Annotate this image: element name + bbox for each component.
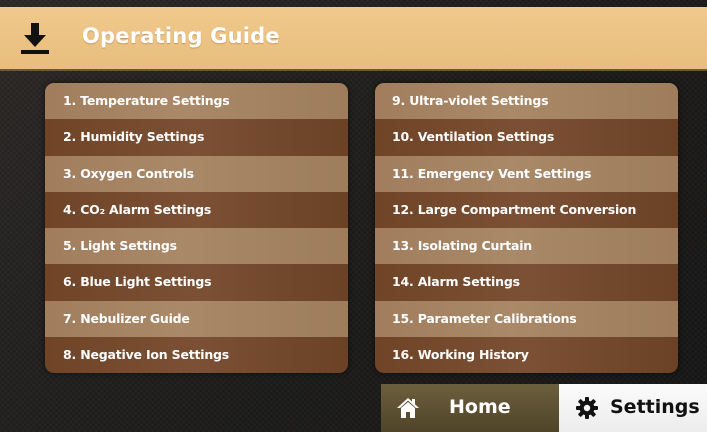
guide-item[interactable]: 8. Negative Ion Settings (45, 336, 348, 373)
guide-item[interactable]: 13. Isolating Curtain (375, 228, 678, 265)
page-title: Operating Guide (82, 24, 280, 48)
guide-item[interactable]: 12. Large Compartment Conversion (375, 191, 678, 228)
guide-item[interactable]: 10. Ventilation Settings (375, 119, 678, 156)
home-tab[interactable]: Home (381, 384, 560, 432)
guide-item[interactable]: 14. Alarm Settings (375, 264, 678, 301)
guide-item[interactable]: 4. CO₂ Alarm Settings (45, 191, 348, 228)
guide-item[interactable]: 9. Ultra-violet Settings (375, 83, 678, 120)
download-icon[interactable] (18, 21, 52, 55)
guide-item[interactable]: 6. Blue Light Settings (45, 264, 348, 301)
guide-item[interactable]: 15. Parameter Calibrations (375, 300, 678, 337)
header-bar: Operating Guide (0, 7, 707, 71)
guide-item[interactable]: 16. Working History (375, 336, 678, 373)
guide-item[interactable]: 1. Temperature Settings (45, 83, 348, 120)
guide-item[interactable]: 2. Humidity Settings (45, 119, 348, 156)
guide-panel-left: 1. Temperature Settings 2. Humidity Sett… (45, 83, 348, 373)
guide-item[interactable]: 11. Emergency Vent Settings (375, 155, 678, 192)
guide-item[interactable]: 3. Oxygen Controls (45, 155, 348, 192)
guide-panel-right: 9. Ultra-violet Settings 10. Ventilation… (375, 83, 678, 373)
gear-icon (576, 397, 598, 419)
home-label: Home (449, 396, 511, 418)
guide-item[interactable]: 7. Nebulizer Guide (45, 300, 348, 337)
screen: Operating Guide 1. Temperature Settings … (0, 0, 707, 432)
settings-tab[interactable]: Settings (559, 384, 707, 432)
home-icon (397, 398, 419, 418)
bottom-nav: Home Settings (381, 384, 707, 432)
settings-label: Settings (610, 396, 700, 418)
guide-item[interactable]: 5. Light Settings (45, 228, 348, 265)
